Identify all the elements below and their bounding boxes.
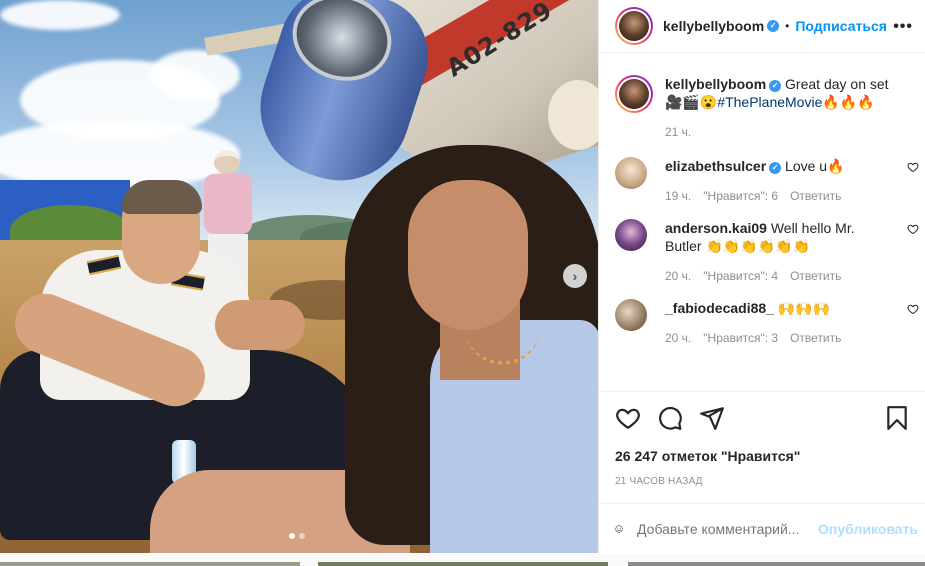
caption-author-avatar[interactable] <box>615 75 653 113</box>
comment-body: elizabethsulcer ✓ Love u🔥 19 ч. "Нравится… <box>665 157 895 205</box>
post-header: kellybellyboom ✓ • Подписаться ••• <box>599 0 925 53</box>
bookmark-icon[interactable] <box>884 405 910 431</box>
man-thumbs-up <box>215 300 305 350</box>
comment-time[interactable]: 20 ч. <box>665 329 691 347</box>
paper-plane-icon[interactable] <box>699 405 725 431</box>
verified-badge-icon: ✓ <box>769 80 782 92</box>
author-avatar[interactable] <box>615 7 653 45</box>
action-icons <box>615 404 910 432</box>
follow-button[interactable]: Подписаться <box>795 18 887 34</box>
carousel-dot-active <box>289 533 295 539</box>
comment-like-heart-icon[interactable] <box>907 223 919 235</box>
comment-body: anderson.kai09 Well hello Mr. Butler 👏👏👏… <box>665 219 895 285</box>
post-side-panel: kellybellyboom ✓ • Подписаться ••• kelly… <box>598 0 925 553</box>
comment-likes[interactable]: "Нравится": 6 <box>703 187 778 205</box>
post-caption: kellybellyboom ✓ Great day on set 🎥🎬😮#The… <box>599 53 925 141</box>
caption-emoji: 🔥🔥🔥 <box>822 94 875 110</box>
comment-text: 🙌🙌🙌 <box>777 300 831 316</box>
reply-button[interactable]: Ответить <box>790 267 841 285</box>
caption-time[interactable]: 21 ч. <box>665 123 909 141</box>
man-hair <box>122 180 202 214</box>
thumbnail-preview[interactable] <box>318 562 608 566</box>
comment-item: elizabethsulcer ✓ Love u🔥 19 ч. "Нравится… <box>599 157 925 205</box>
carousel-next-button[interactable]: › <box>563 264 587 288</box>
comment-meta: 20 ч. "Нравится": 4 Ответить <box>665 267 895 285</box>
verified-badge-icon: ✓ <box>769 162 782 174</box>
commenter-username[interactable]: elizabethsulcer <box>665 158 766 174</box>
thumbnail-preview[interactable] <box>628 562 925 566</box>
comment-bubble-icon[interactable] <box>657 405 683 431</box>
publish-button[interactable]: Опубликовать <box>818 521 918 537</box>
cloud <box>150 50 240 100</box>
caption-author[interactable]: kellybellyboom <box>665 76 766 92</box>
separator-dot: • <box>785 19 790 33</box>
chevron-right-icon: › <box>572 268 578 284</box>
comment-like-heart-icon[interactable] <box>907 303 919 315</box>
comment-body: _fabiodecadi88_ 🙌🙌🙌 20 ч. "Нравится": 3 … <box>665 299 895 347</box>
heart-icon[interactable] <box>615 405 641 431</box>
commenter-username[interactable]: anderson.kai09 <box>665 220 767 236</box>
reply-button[interactable]: Ответить <box>790 187 841 205</box>
cloud <box>0 0 120 30</box>
comment-item: anderson.kai09 Well hello Mr. Butler 👏👏👏… <box>599 219 925 285</box>
caption-body: kellybellyboom ✓ Great day on set 🎥🎬😮#The… <box>665 75 909 141</box>
comment-time[interactable]: 20 ч. <box>665 267 691 285</box>
post-photo[interactable]: A02-829 › <box>0 0 598 553</box>
carousel-dot <box>299 533 305 539</box>
post-actions: 26 247 отметок "Нравится" 21 ЧАСОВ НАЗАД <box>599 391 925 487</box>
smiley-icon[interactable] <box>615 517 623 541</box>
comment-text: Love u🔥 <box>785 158 845 174</box>
instagram-post: A02-829 › kellybellyboom ✓ • Подписаться… <box>0 0 925 553</box>
comment-item: _fabiodecadi88_ 🙌🙌🙌 20 ч. "Нравится": 3 … <box>599 299 925 347</box>
carousel-indicator <box>289 533 305 539</box>
comment-time[interactable]: 19 ч. <box>665 187 691 205</box>
likes-count[interactable]: 26 247 отметок "Нравится" <box>615 448 910 464</box>
next-posts-strip <box>0 554 925 566</box>
author-username[interactable]: kellybellyboom <box>663 18 764 34</box>
reply-button[interactable]: Ответить <box>790 329 841 347</box>
add-comment-bar: Опубликовать <box>599 503 925 553</box>
verified-badge-icon: ✓ <box>767 20 780 32</box>
comment-meta: 19 ч. "Нравится": 6 Ответить <box>665 187 895 205</box>
comment-like-heart-icon[interactable] <box>907 161 919 173</box>
caption-hashtag[interactable]: #ThePlaneMovie <box>717 94 822 110</box>
more-options-icon[interactable]: ••• <box>893 18 913 36</box>
comment-meta: 20 ч. "Нравится": 3 Ответить <box>665 329 895 347</box>
comment-likes[interactable]: "Нравится": 4 <box>703 267 778 285</box>
woman-face <box>408 180 528 330</box>
commenter-username[interactable]: _fabiodecadi88_ <box>665 300 774 316</box>
comment-input[interactable] <box>637 520 819 537</box>
comment-likes[interactable]: "Нравится": 3 <box>703 329 778 347</box>
thumbnail-preview[interactable] <box>0 562 300 566</box>
commenter-avatar[interactable] <box>615 219 647 251</box>
commenter-avatar[interactable] <box>615 299 647 331</box>
commenter-avatar[interactable] <box>615 157 647 189</box>
post-timestamp[interactable]: 21 ЧАСОВ НАЗАД <box>615 476 910 487</box>
